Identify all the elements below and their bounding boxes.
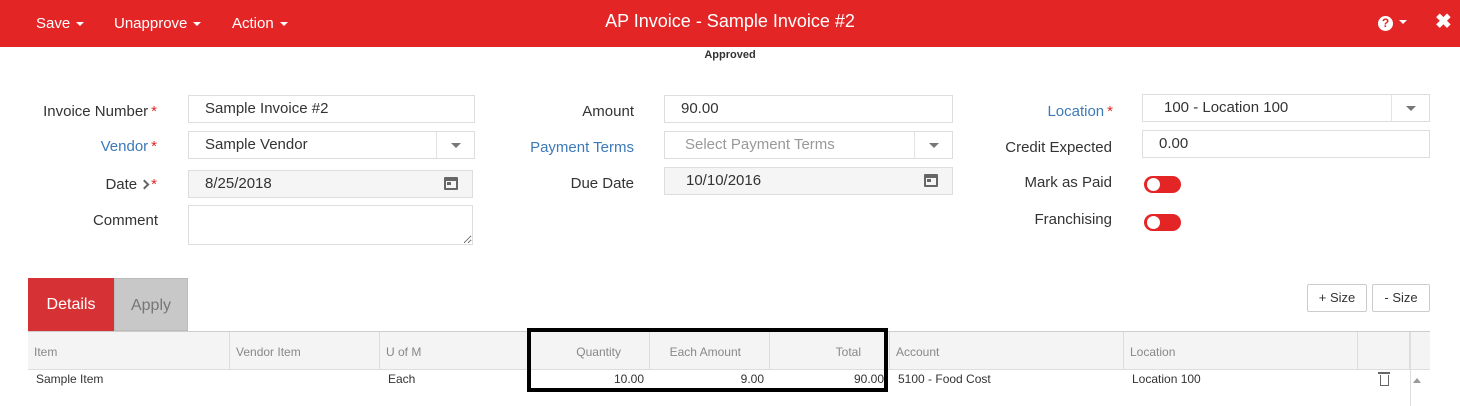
required-mark: * xyxy=(151,176,157,193)
chevron-down-icon xyxy=(76,22,85,27)
comment-textarea[interactable] xyxy=(188,205,473,245)
unapprove-menu[interactable]: Unapprove xyxy=(114,0,202,47)
decrease-size-button[interactable]: - Size xyxy=(1372,284,1430,312)
invoice-number-label-text: Invoice Number xyxy=(43,103,149,120)
action-menu[interactable]: Action xyxy=(232,0,288,47)
location-select-value: 100 - Location 100 xyxy=(1164,99,1289,116)
save-menu-label: Save xyxy=(36,15,71,32)
cell-item[interactable]: Sample Item xyxy=(28,372,103,386)
grid-header: Item Vendor Item U of M Quantity Each Am… xyxy=(28,332,1430,370)
column-header-quantity[interactable]: Quantity xyxy=(530,332,650,370)
column-header-vendor-item[interactable]: Vendor Item xyxy=(230,332,380,370)
page-title: AP Invoice - Sample Invoice #2 xyxy=(605,11,855,31)
payment-terms-select[interactable]: Select Payment Terms xyxy=(664,131,953,159)
column-header-each-amount[interactable]: Each Amount xyxy=(650,332,770,370)
location-label[interactable]: Location * xyxy=(960,103,1113,120)
column-header-total[interactable]: Total xyxy=(770,332,890,370)
save-menu[interactable]: Save xyxy=(36,0,85,47)
chevron-down-icon xyxy=(279,22,288,27)
calendar-icon[interactable] xyxy=(924,174,938,187)
location-select[interactable]: 100 - Location 100 xyxy=(1142,94,1430,122)
franchising-label: Franchising xyxy=(1034,211,1112,228)
column-header-location[interactable]: Location xyxy=(1124,332,1358,370)
trash-icon[interactable] xyxy=(1378,372,1390,386)
comment-label: Comment xyxy=(92,212,158,229)
date-label-text: Date xyxy=(105,176,138,193)
unapprove-menu-label: Unapprove xyxy=(114,15,188,32)
date-input[interactable]: 8/25/2018 xyxy=(188,170,473,198)
cell-quantity[interactable]: 10.00 xyxy=(530,372,650,386)
amount-input[interactable]: 90.00 xyxy=(664,95,953,123)
tab-details[interactable]: Details xyxy=(28,278,114,331)
required-mark: * xyxy=(151,103,157,120)
invoice-number-input[interactable]: Sample Invoice #2 xyxy=(188,95,475,123)
mark-as-paid-label: Mark as Paid xyxy=(1024,174,1112,191)
increase-size-button[interactable]: + Size xyxy=(1307,284,1367,312)
status-label: Approved xyxy=(704,49,756,61)
due-date-input-value: 10/10/2016 xyxy=(686,172,762,189)
cell-location[interactable]: Location 100 xyxy=(1124,372,1201,386)
calendar-icon[interactable] xyxy=(444,177,458,190)
vendor-label[interactable]: Vendor * xyxy=(20,138,157,155)
franchising-toggle[interactable] xyxy=(1144,214,1181,231)
close-icon[interactable]: ✖ xyxy=(1435,10,1452,34)
chevron-down-icon[interactable] xyxy=(914,132,952,158)
cell-each-amount[interactable]: 9.00 xyxy=(650,372,770,386)
scroll-up-icon[interactable] xyxy=(1413,378,1421,383)
top-bar: Save Unapprove Action AP Invoice - Sampl… xyxy=(0,0,1460,47)
due-date-input[interactable]: 10/10/2016 xyxy=(664,167,953,195)
location-label-text: Location xyxy=(1047,103,1105,120)
cell-uom[interactable]: Each xyxy=(380,372,415,386)
date-input-value: 8/25/2018 xyxy=(205,175,272,192)
vendor-label-text: Vendor xyxy=(100,138,149,155)
chevron-right-icon[interactable] xyxy=(139,179,150,190)
payment-terms-placeholder: Select Payment Terms xyxy=(685,136,835,153)
chevron-down-icon xyxy=(193,22,202,27)
vendor-select-value: Sample Vendor xyxy=(205,136,308,153)
column-header-account[interactable]: Account xyxy=(890,332,1124,370)
date-label: Date * xyxy=(20,176,157,193)
cell-total[interactable]: 90.00 xyxy=(770,372,890,386)
required-mark: * xyxy=(1107,103,1113,120)
mark-as-paid-toggle[interactable] xyxy=(1144,176,1181,193)
tab-apply[interactable]: Apply xyxy=(114,278,188,331)
column-header-actions xyxy=(1358,332,1410,370)
line-items-grid: Item Vendor Item U of M Quantity Each Am… xyxy=(28,331,1430,406)
credit-expected-input[interactable]: 0.00 xyxy=(1142,130,1430,158)
credit-expected-label: Credit Expected xyxy=(1005,139,1112,156)
chevron-down-icon[interactable] xyxy=(436,132,474,158)
amount-label: Amount xyxy=(582,103,634,120)
grid-scrollbar[interactable] xyxy=(1410,332,1430,406)
required-mark: * xyxy=(151,138,157,155)
payment-terms-label[interactable]: Payment Terms xyxy=(480,139,634,156)
chevron-down-icon[interactable] xyxy=(1391,95,1429,121)
invoice-number-label: Invoice Number * xyxy=(20,103,157,120)
column-header-item[interactable]: Item xyxy=(28,332,230,370)
action-menu-label: Action xyxy=(232,15,274,32)
help-chevron-down-icon[interactable] xyxy=(1399,20,1407,24)
column-header-uom[interactable]: U of M xyxy=(380,332,530,370)
due-date-label: Due Date xyxy=(570,175,634,192)
vendor-select[interactable]: Sample Vendor xyxy=(188,131,475,159)
help-icon[interactable]: ? xyxy=(1378,16,1393,31)
cell-account[interactable]: 5100 - Food Cost xyxy=(890,372,991,386)
